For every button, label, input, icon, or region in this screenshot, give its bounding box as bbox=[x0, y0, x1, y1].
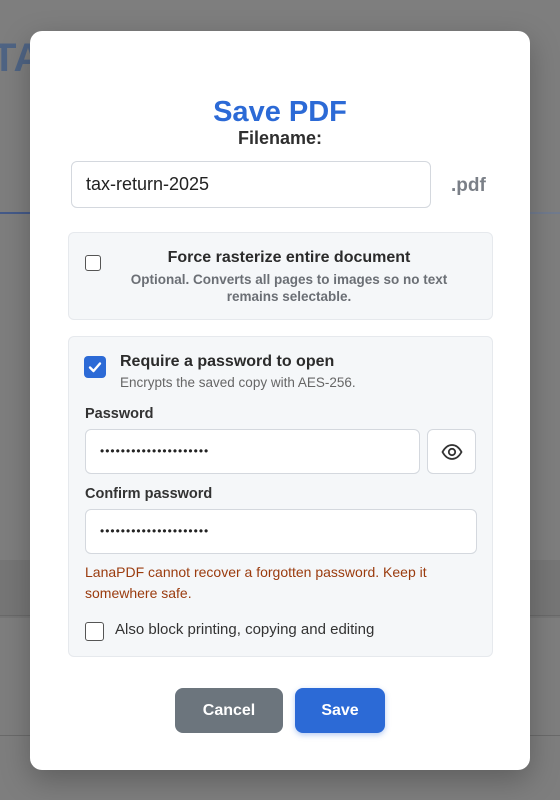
rasterize-title: Force rasterize entire document bbox=[167, 249, 411, 266]
require-password-checkbox[interactable] bbox=[84, 356, 106, 378]
password-label: Password bbox=[85, 406, 154, 422]
dialog-title: Save PDF bbox=[213, 96, 347, 128]
password-warning: LanaPDF cannot recover a forgotten passw… bbox=[85, 564, 427, 601]
block-editing-label: Also block printing, copying and editing bbox=[115, 621, 375, 638]
confirm-password-input[interactable]: ••••••••••••••••••••• bbox=[85, 509, 477, 554]
block-editing-checkbox[interactable] bbox=[85, 622, 104, 641]
file-extension: .pdf bbox=[451, 175, 486, 196]
require-password-title: Require a password to open bbox=[120, 353, 335, 370]
confirm-password-label: Confirm password bbox=[85, 486, 213, 502]
save-button[interactable]: Save bbox=[295, 688, 385, 733]
filename-label: Filename: bbox=[237, 128, 323, 148]
save-pdf-dialog: Save PDF Filename: .pdf Force rasterize … bbox=[30, 31, 530, 770]
show-password-button[interactable] bbox=[427, 429, 476, 474]
rasterize-description: Optional. Converts all pages to images s… bbox=[130, 272, 448, 304]
filename-input[interactable] bbox=[71, 161, 431, 208]
rasterize-option-panel: Force rasterize entire document Optional… bbox=[68, 232, 493, 320]
password-input[interactable]: ••••••••••••••••••••• bbox=[85, 429, 420, 474]
password-option-panel: Require a password to open Encrypts the … bbox=[68, 336, 493, 657]
require-password-description: Encrypts the saved copy with AES-256. bbox=[120, 375, 356, 390]
cancel-button[interactable]: Cancel bbox=[175, 688, 283, 733]
checkmark-icon bbox=[88, 362, 102, 373]
rasterize-checkbox[interactable] bbox=[85, 255, 101, 271]
eye-icon bbox=[441, 444, 463, 460]
